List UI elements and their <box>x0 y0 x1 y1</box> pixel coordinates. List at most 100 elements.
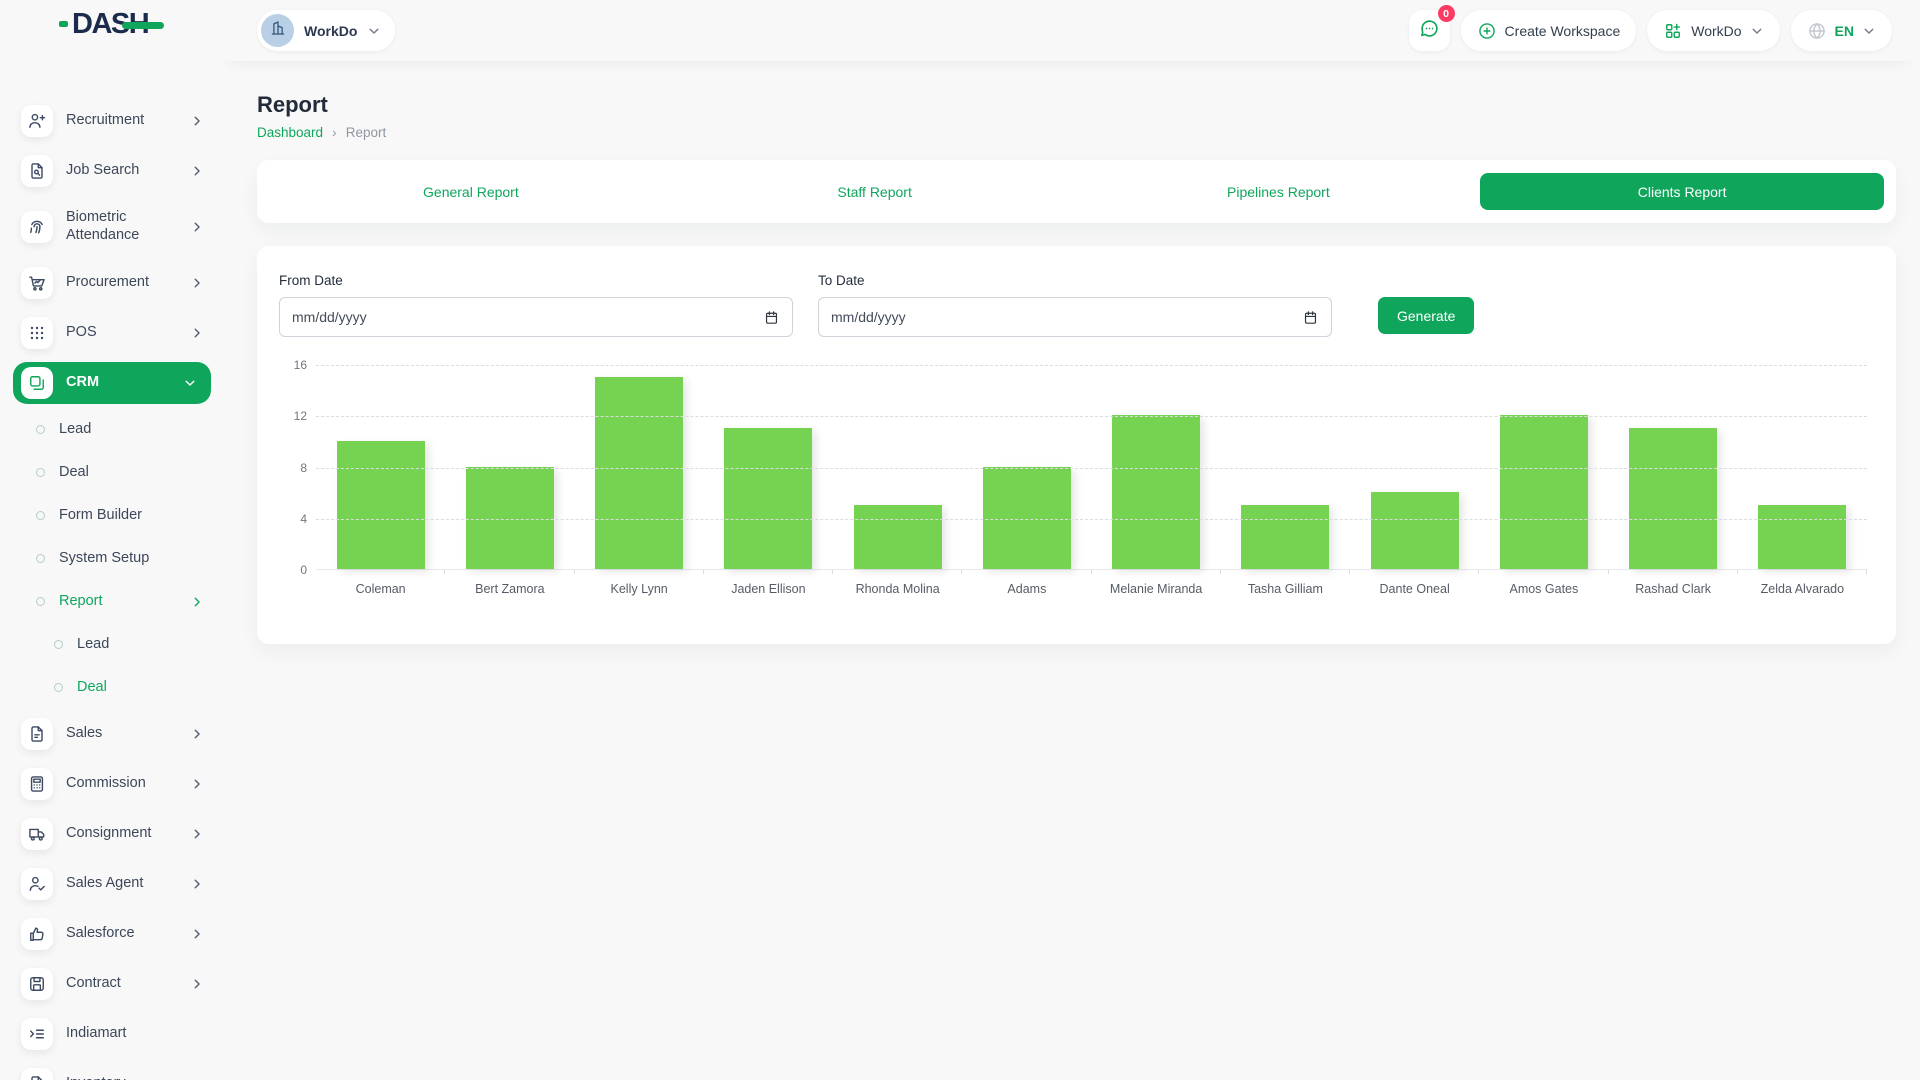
y-tick-label: 4 <box>300 512 307 526</box>
to-date-text[interactable] <box>831 309 1302 325</box>
sidebar-item-inventory[interactable]: Inventory <box>0 1059 216 1080</box>
y-tick-label: 12 <box>294 409 307 423</box>
sidebar-item-contract[interactable]: Contract <box>0 959 216 1009</box>
create-workspace-label: Create Workspace <box>1505 23 1621 39</box>
breadcrumb-dashboard-link[interactable]: Dashboard <box>257 125 323 140</box>
sidebar-item-label: Consignment <box>66 825 190 843</box>
bar-jaden-ellison <box>724 428 812 569</box>
y-tick-label: 0 <box>300 563 307 577</box>
sidebar-item-lead[interactable]: Lead <box>0 623 216 666</box>
breadcrumb: Dashboard › Report <box>257 124 1896 140</box>
chevron-down-icon <box>183 376 197 390</box>
sidebar-item-job-search[interactable]: Job Search <box>0 146 216 196</box>
sidebar-item-lead[interactable]: Lead <box>0 408 216 451</box>
tab-pipelines-report[interactable]: Pipelines Report <box>1077 173 1481 210</box>
messages-button[interactable]: 0 <box>1409 10 1450 51</box>
sidebar-item-label: Sales <box>66 725 190 743</box>
sidebar-item-recruitment[interactable]: Recruitment <box>0 96 216 146</box>
sidebar-nav: Recruitment Job Search Biometric Attendanc… <box>0 96 216 1080</box>
calendar-icon[interactable] <box>763 309 780 326</box>
page-title: Report <box>257 91 1896 118</box>
sidebar-item-label: Lead <box>59 421 204 439</box>
breadcrumb-current: Report <box>346 125 387 140</box>
workspace-avatar <box>261 14 294 47</box>
thumbs-up-icon <box>21 918 53 950</box>
sidebar-item-crm[interactable]: CRM <box>13 362 211 404</box>
bullet-circle-icon <box>36 511 45 520</box>
bullet-circle-icon <box>36 597 45 606</box>
x-tick-label: Adams <box>962 582 1091 596</box>
chevron-right-icon <box>190 326 204 340</box>
tab-general-report[interactable]: General Report <box>269 173 673 210</box>
sidebar-item-indiamart[interactable]: Indiamart <box>0 1009 216 1059</box>
tab-staff-report[interactable]: Staff Report <box>673 173 1077 210</box>
bar-adams <box>983 467 1071 570</box>
bar-melanie-miranda <box>1112 415 1200 569</box>
floppy-icon <box>21 968 53 1000</box>
person-plus-icon <box>21 105 53 137</box>
create-workspace-button[interactable]: Create Workspace <box>1461 10 1637 51</box>
generate-button[interactable]: Generate <box>1378 297 1474 334</box>
list-arrow-icon <box>21 1018 53 1050</box>
sidebar-item-label: Lead <box>77 636 204 654</box>
x-tick-label: Rhonda Molina <box>833 582 962 596</box>
sidebar-item-commission[interactable]: Commission <box>0 759 216 809</box>
sidebar-item-label: Sales Agent <box>66 875 190 893</box>
chevron-right-icon <box>190 827 204 841</box>
chevron-right-icon <box>190 595 204 609</box>
from-date-text[interactable] <box>292 309 763 325</box>
globe-icon <box>1807 21 1827 41</box>
workspace-menu-label: WorkDo <box>1691 23 1741 39</box>
language-label: EN <box>1835 23 1854 39</box>
sidebar-item-sales-agent[interactable]: Sales Agent <box>0 859 216 909</box>
sidebar-item-system-setup[interactable]: System Setup <box>0 537 216 580</box>
sidebar-item-biometric-attendance[interactable]: Biometric Attendance <box>0 196 216 258</box>
x-tick-label: Dante Oneal <box>1350 582 1479 596</box>
workspace-menu-button[interactable]: WorkDo <box>1647 10 1779 51</box>
header-actions: 0 Create Workspace WorkDo EN <box>1409 10 1892 51</box>
app-logo: DASH <box>0 0 216 48</box>
language-selector[interactable]: EN <box>1791 10 1892 51</box>
calculator-icon <box>21 768 53 800</box>
chevron-right-icon <box>190 877 204 891</box>
sidebar-item-report[interactable]: Report <box>0 580 216 623</box>
breadcrumb-separator: › <box>332 124 337 140</box>
sidebar-item-form-builder[interactable]: Form Builder <box>0 494 216 537</box>
to-date-label: To Date <box>818 273 1332 288</box>
chevron-right-icon <box>190 927 204 941</box>
sidebar-item-label: Recruitment <box>66 112 190 130</box>
from-date-input[interactable] <box>279 297 793 337</box>
sidebar-item-label: CRM <box>66 374 183 392</box>
fingerprint-icon <box>21 211 53 243</box>
bullet-circle-icon <box>54 640 63 649</box>
sidebar-item-pos[interactable]: POS <box>0 308 216 358</box>
sidebar-item-deal[interactable]: Deal <box>0 451 216 494</box>
workspace-chip[interactable]: WorkDo <box>257 10 395 51</box>
document-search-icon <box>21 155 53 187</box>
sidebar-item-procurement[interactable]: Procurement <box>0 258 216 308</box>
sidebar: DASH Recruitment Job Search Biometric Atte… <box>0 0 216 1080</box>
to-date-input[interactable] <box>818 297 1332 337</box>
bar-rhonda-molina <box>854 505 942 569</box>
chevron-down-icon <box>1862 24 1876 38</box>
top-header: WorkDo 0 Create Workspace WorkDo <box>216 0 1920 61</box>
sidebar-item-label: Biometric Attendance <box>66 209 190 244</box>
sidebar-item-consignment[interactable]: Consignment <box>0 809 216 859</box>
dash-logo-text: DASH <box>72 10 148 39</box>
bullet-circle-icon <box>36 554 45 563</box>
sidebar-item-label: Procurement <box>66 274 190 292</box>
sidebar-item-label: Job Search <box>66 162 190 180</box>
sidebar-item-salesforce[interactable]: Salesforce <box>0 909 216 959</box>
bar-coleman <box>337 441 425 569</box>
app-root: DASH Recruitment Job Search Biometric Atte… <box>0 0 1920 1080</box>
truck-icon <box>21 818 53 850</box>
plus-circle-icon <box>1477 21 1497 41</box>
calendar-icon[interactable] <box>1302 309 1319 326</box>
sidebar-item-deal[interactable]: Deal <box>0 666 216 709</box>
tab-clients-report[interactable]: Clients Report <box>1480 173 1884 210</box>
x-tick-label: Tasha Gilliam <box>1221 582 1350 596</box>
person-check-icon <box>21 868 53 900</box>
file-icon <box>21 1068 53 1080</box>
sidebar-item-label: Salesforce <box>66 925 190 943</box>
sidebar-item-sales[interactable]: Sales <box>0 709 216 759</box>
